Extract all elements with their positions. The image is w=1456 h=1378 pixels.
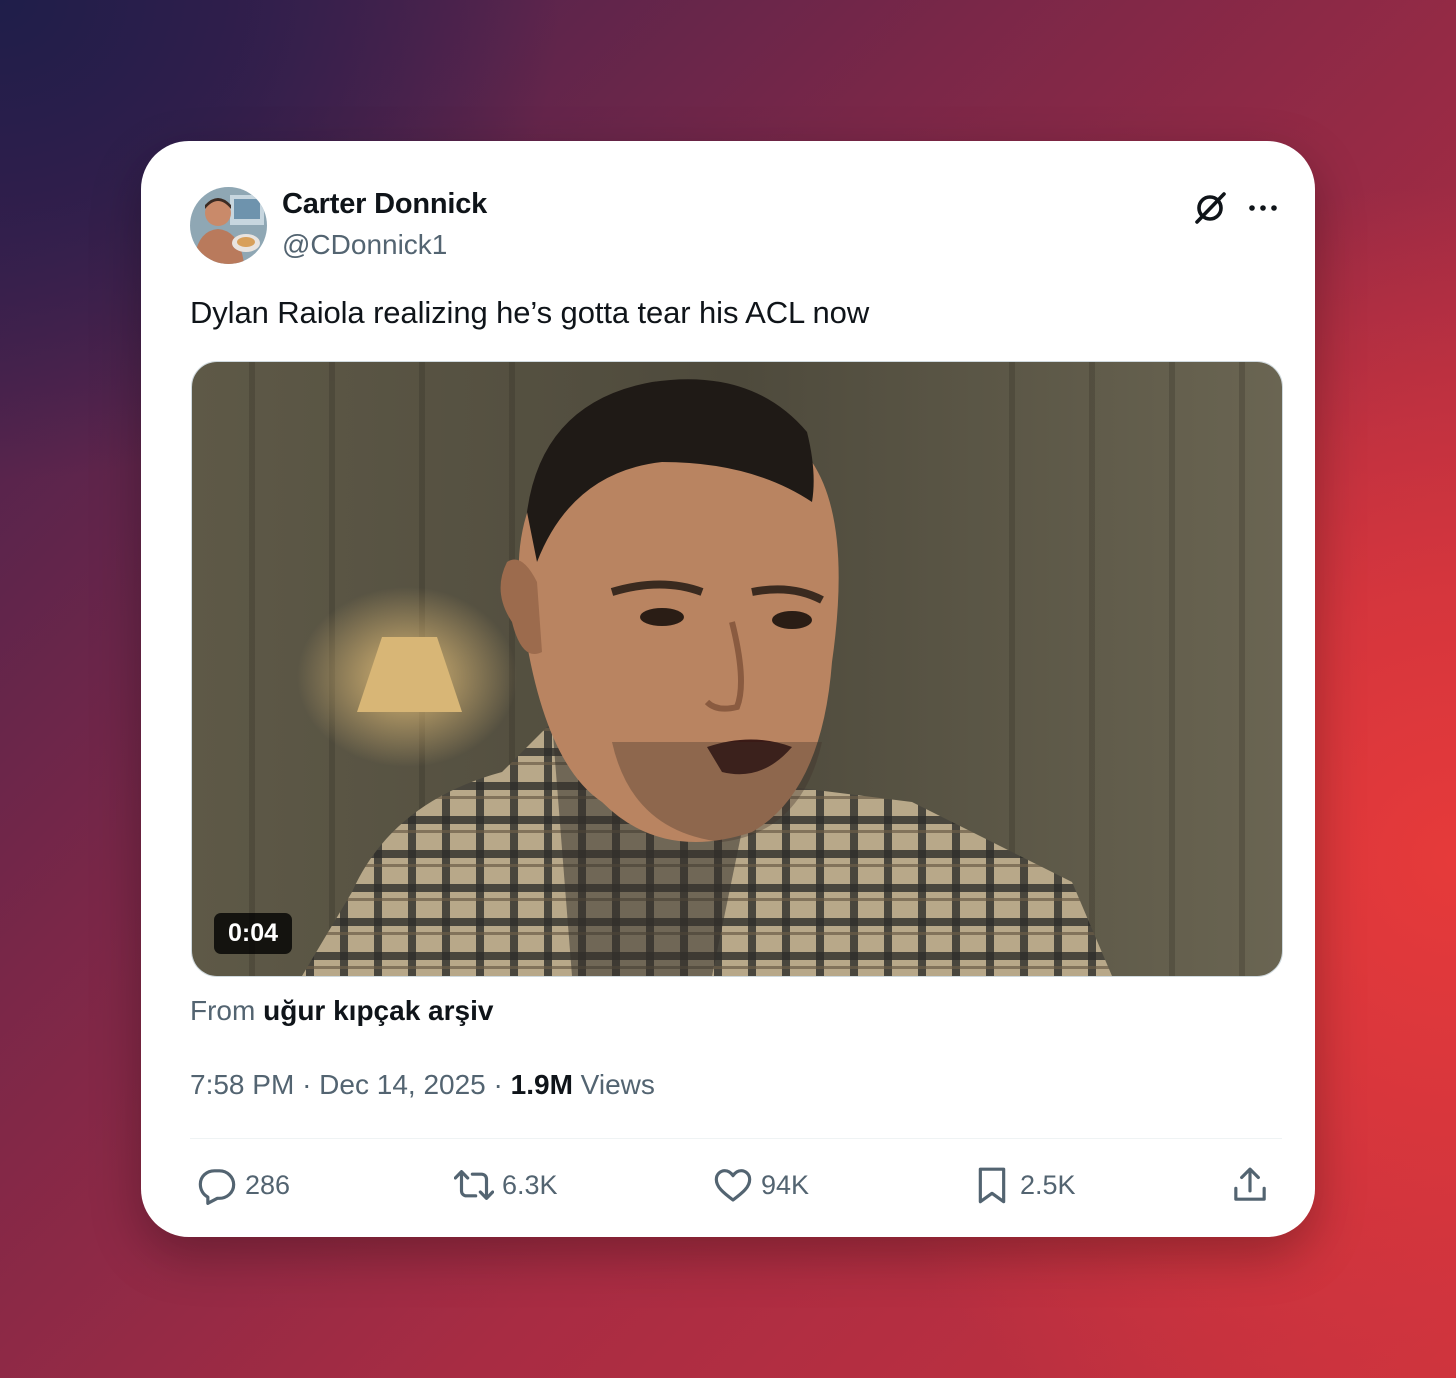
video-duration: 0:04 bbox=[214, 913, 293, 954]
tweet-text: Dylan Raiola realizing he’s gotta tear h… bbox=[190, 295, 870, 330]
reply-button[interactable]: 286 bbox=[197, 1163, 290, 1207]
like-button[interactable]: 94K bbox=[713, 1163, 809, 1207]
source-account-link[interactable]: uğur kıpçak arşiv bbox=[263, 995, 493, 1026]
user-handle[interactable]: @CDonnick1 bbox=[282, 229, 447, 261]
like-count: 94K bbox=[761, 1169, 810, 1200]
heart-icon bbox=[714, 1169, 752, 1202]
views-count: 1.9M bbox=[510, 1069, 573, 1100]
share-icon bbox=[1234, 1167, 1266, 1201]
repost-button[interactable]: 6.3K bbox=[454, 1163, 558, 1207]
views-label: Views bbox=[580, 1069, 655, 1100]
video-source: From uğur kıpçak arşiv bbox=[190, 995, 493, 1027]
bookmark-icon bbox=[978, 1167, 1006, 1204]
reply-icon bbox=[198, 1169, 236, 1205]
bookmark-button[interactable]: 2.5K bbox=[972, 1163, 1076, 1207]
divider bbox=[190, 1138, 1282, 1139]
reply-count: 286 bbox=[245, 1169, 291, 1200]
video-player[interactable]: 0:04 bbox=[191, 361, 1283, 977]
meta-separator: · bbox=[302, 1069, 320, 1100]
share-button[interactable] bbox=[1230, 1163, 1278, 1207]
tweet-card: Carter Donnick @CDonnick1 Dylan Raiola r… bbox=[141, 141, 1315, 1237]
tweet-time[interactable]: 7:58 PM bbox=[190, 1069, 294, 1100]
repost-icon bbox=[454, 1170, 494, 1200]
grok-icon[interactable] bbox=[1191, 189, 1229, 227]
tweet-date[interactable]: Dec 14, 2025 bbox=[319, 1069, 486, 1100]
more-options-icon[interactable] bbox=[1244, 189, 1282, 227]
repost-count: 6.3K bbox=[502, 1169, 558, 1200]
profile-photo-icon bbox=[190, 187, 267, 264]
tweet-meta: 7:58 PM · Dec 14, 2025 · 1.9M Views bbox=[190, 1069, 655, 1101]
source-prefix: From bbox=[190, 995, 256, 1026]
display-name[interactable]: Carter Donnick bbox=[282, 188, 487, 221]
meta-separator: · bbox=[493, 1069, 511, 1100]
bookmark-count: 2.5K bbox=[1020, 1169, 1076, 1200]
avatar[interactable] bbox=[190, 187, 267, 264]
video-thumbnail bbox=[192, 362, 1282, 976]
